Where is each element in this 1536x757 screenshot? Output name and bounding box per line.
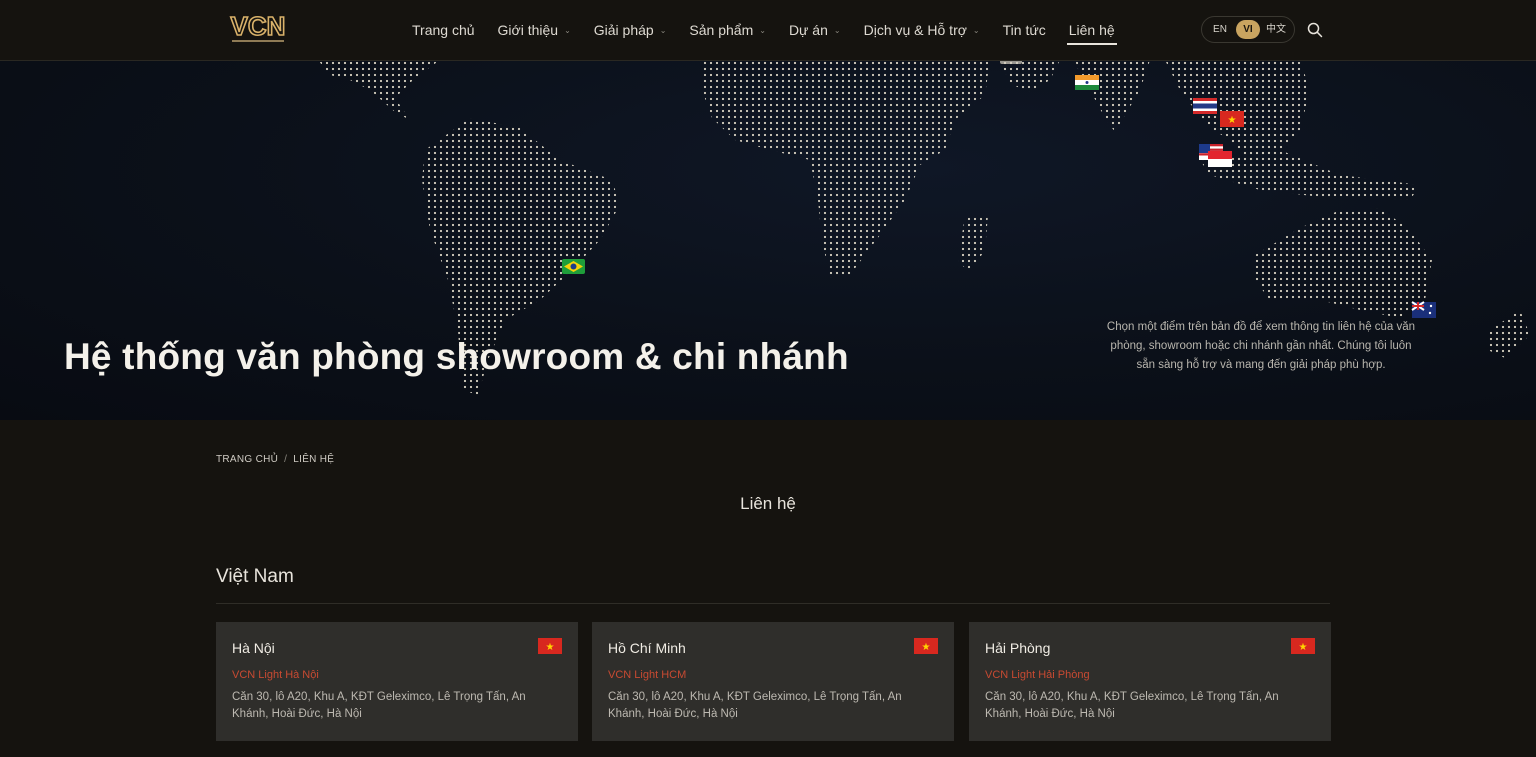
svg-text:★: ★ [546, 642, 555, 653]
vietnam-flag-icon: ★ [914, 638, 938, 654]
office-card-hai-phong[interactable]: Hải Phòng ★ VCN Light Hải Phòng Căn 30, … [969, 622, 1331, 741]
nav-item-1[interactable]: Giới thiệu ⌄ [498, 0, 571, 60]
breadcrumb-current: LIÊN HỆ [293, 454, 335, 465]
office-card-ho-chi-minh[interactable]: Hồ Chí Minh ★ VCN Light HCM Căn 30, lô A… [592, 622, 954, 741]
language-option-1[interactable]: VI [1236, 20, 1260, 39]
vcn-logo[interactable]: VCN [222, 10, 294, 48]
singapore-flag[interactable] [1208, 151, 1232, 167]
nav-item-6[interactable]: Tin tức [1003, 0, 1046, 60]
nav-item-5[interactable]: Dịch vụ & Hỗ trợ ⌄ [864, 0, 980, 60]
language-switcher: EN VI 中文 [1201, 16, 1295, 43]
office-city: Hải Phòng [985, 640, 1051, 656]
office-address: Căn 30, lô A20, Khu A, KĐT Geleximco, Lê… [985, 691, 1279, 720]
nav-item-3[interactable]: Sản phẩm ⌄ [689, 0, 766, 60]
country-heading: Việt Nam [216, 566, 294, 587]
breadcrumb-home[interactable]: TRANG CHỦ [216, 454, 278, 465]
language-option-2[interactable]: 中文 [1264, 20, 1288, 39]
chevron-down-icon: ⌄ [564, 25, 571, 35]
office-branch: VCN Light Hải Phòng [985, 669, 1090, 681]
chevron-down-icon: ⌄ [659, 25, 667, 35]
logo-text: VCN [231, 11, 286, 41]
svg-text:★: ★ [922, 642, 931, 653]
vietnam-flag-icon: ★ [1291, 638, 1315, 654]
svg-text:★: ★ [1299, 642, 1308, 653]
nav-item-label: Sản phẩm [689, 22, 754, 38]
nav-item-label: Trang chủ [412, 22, 475, 38]
office-branch: VCN Light Hà Nội [232, 669, 319, 681]
nav-item-label: Giới thiệu [497, 22, 559, 38]
breadcrumb-separator: / [284, 454, 288, 465]
nav-item-7[interactable]: Liên hệ [1066, 0, 1117, 60]
section-title: Liên hệ [740, 494, 796, 513]
office-address: Căn 30, lô A20, Khu A, KĐT Geleximco, Lê… [608, 691, 902, 720]
nav-item-label: Giải pháp [593, 22, 654, 38]
nav-item-4[interactable]: Dự án ⌄ [789, 0, 841, 60]
nav-item-label: Tin tức [1002, 22, 1046, 38]
india-flag[interactable] [1075, 75, 1099, 90]
nav-item-label: Dịch vụ & Hỗ trợ [863, 22, 967, 38]
svg-text:★: ★ [1228, 115, 1237, 126]
australia-flag[interactable] [1411, 301, 1436, 318]
nav-item-label: Liên hệ [1068, 22, 1115, 38]
language-option-0[interactable]: EN [1208, 20, 1232, 39]
search-icon[interactable] [1306, 21, 1324, 39]
brazil-flag[interactable] [562, 259, 585, 274]
office-branch: VCN Light HCM [608, 669, 687, 681]
chevron-down-icon: ⌄ [759, 25, 766, 35]
divider [216, 603, 1330, 604]
hero-description: Chọn một điểm trên bản đồ để xem thông t… [1106, 321, 1416, 371]
chevron-down-icon: ⌄ [833, 25, 841, 35]
breadcrumb: TRANG CHỦ / LIÊN HỆ [216, 454, 334, 465]
thailand-flag[interactable] [1193, 98, 1217, 114]
nav-item-2[interactable]: Giải pháp ⌄ [594, 0, 667, 60]
office-city: Hồ Chí Minh [608, 640, 686, 656]
office-address: Căn 30, lô A20, Khu A, KĐT Geleximco, Lê… [232, 691, 526, 720]
vietnam-flag-icon: ★ [538, 638, 562, 654]
top-navbar: VCN Trang chủ Giới thiệu ⌄ Giải pháp ⌄ Sản ph… [0, 0, 1536, 61]
nav-item-0[interactable]: Trang chủ [412, 0, 475, 60]
hero-title: Hệ thống văn phòng showroom & chi nhánh [64, 336, 849, 377]
main-nav: Trang chủ Giới thiệu ⌄ Giải pháp ⌄ Sản phẩm ⌄ D… [412, 0, 1138, 60]
office-card-ha-noi[interactable]: Hà Nội ★ VCN Light Hà Nội Căn 30, lô A20… [216, 622, 578, 741]
hero-banner: ★ Hệ thống văn phòng showroom & chi nhán… [0, 0, 1536, 420]
office-city: Hà Nội [232, 640, 275, 656]
vietnam-flag[interactable]: ★ [1220, 111, 1244, 127]
chevron-down-icon: ⌄ [972, 25, 980, 35]
nav-item-label: Dự án [788, 22, 828, 38]
